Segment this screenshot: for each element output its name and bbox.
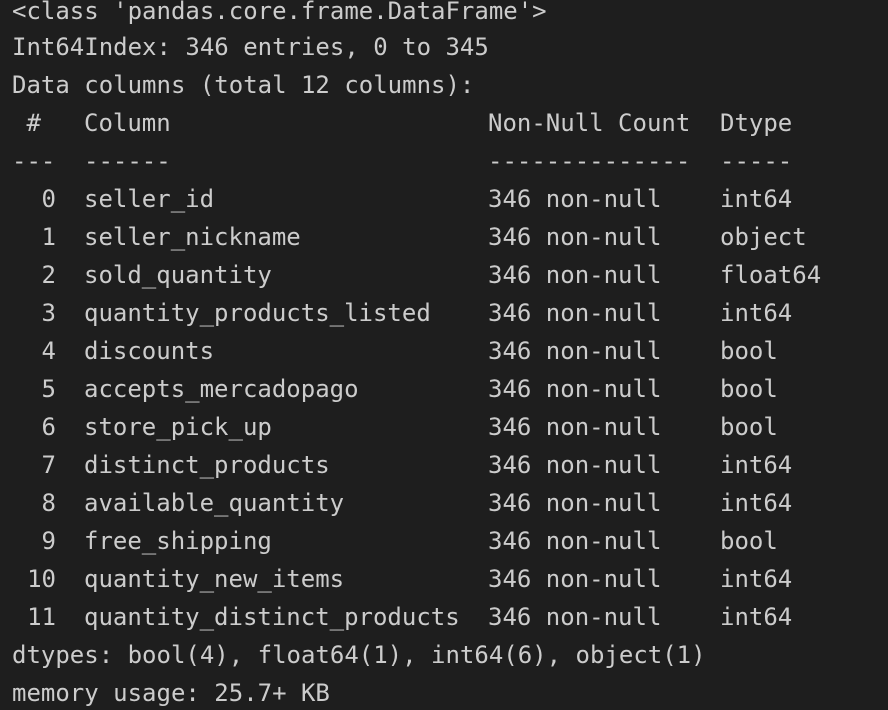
row-column-name: quantity_new_items [84, 565, 345, 593]
table-row: 2 sold_quantity 346 non-null float64 [0, 256, 888, 294]
row-index: 9 [41, 527, 56, 555]
header-column: Column [84, 109, 171, 137]
row-non-null-count: 346 non-null [488, 185, 662, 213]
row-non-null-count: 346 non-null [488, 565, 662, 593]
row-index: 10 [27, 565, 56, 593]
row-non-null-count: 346 non-null [488, 527, 662, 555]
row-index: 8 [41, 489, 56, 517]
row-non-null-count: 346 non-null [488, 337, 662, 365]
row-column-name: available_quantity [84, 489, 345, 517]
table-row: 11 quantity_distinct_products 346 non-null… [0, 598, 888, 636]
row-dtype: int64 [720, 489, 793, 517]
header-non-null-count: Non-Null Count [488, 109, 691, 137]
row-dtype: bool [720, 375, 778, 403]
table-row: 6 store_pick_up 346 non-null bool [0, 408, 888, 446]
table-header: # Column Non-Null Count Dtype [0, 104, 888, 142]
row-column-name: quantity_distinct_products [84, 603, 460, 631]
row-index: 11 [27, 603, 56, 631]
row-index: 5 [41, 375, 56, 403]
row-dtype: bool [720, 337, 778, 365]
class-line: <class 'pandas.core.frame.DataFrame'> [12, 0, 547, 25]
row-non-null-count: 346 non-null [488, 375, 662, 403]
row-non-null-count: 346 non-null [488, 603, 662, 631]
memory-line: memory usage: 25.7+ KB [12, 679, 330, 707]
terminal-output: <class 'pandas.core.frame.DataFrame'> In… [0, 0, 888, 710]
row-index: 1 [41, 223, 56, 251]
table-row: 8 available_quantity 346 non-null int64 [0, 484, 888, 522]
row-index: 2 [41, 261, 56, 289]
row-column-name: quantity_products_listed [84, 299, 431, 327]
row-non-null-count: 346 non-null [488, 299, 662, 327]
separator-index: --- [12, 147, 56, 175]
row-non-null-count: 346 non-null [488, 223, 662, 251]
row-dtype: int64 [720, 603, 793, 631]
header-dtype: Dtype [720, 109, 793, 137]
separator-non-null-count: -------------- [488, 147, 691, 175]
row-dtype: int64 [720, 299, 793, 327]
table-row: 0 seller_id 346 non-null int64 [0, 180, 888, 218]
row-index: 4 [41, 337, 56, 365]
table-row: 5 accepts_mercadopago 346 non-null bool [0, 370, 888, 408]
table-row: 7 distinct_products 346 non-null int64 [0, 446, 888, 484]
row-dtype: bool [720, 527, 778, 555]
row-dtype: int64 [720, 565, 793, 593]
table-row: 1 seller_nickname 346 non-null object [0, 218, 888, 256]
row-index: 0 [41, 185, 56, 213]
table-row: 4 discounts 346 non-null bool [0, 332, 888, 370]
row-column-name: store_pick_up [84, 413, 272, 441]
row-non-null-count: 346 non-null [488, 261, 662, 289]
table-separator: --- ------ -------------- ----- [0, 142, 888, 180]
row-non-null-count: 346 non-null [488, 451, 662, 479]
table-row: 9 free_shipping 346 non-null bool [0, 522, 888, 560]
table-row: 10 quantity_new_items 346 non-null int64 [0, 560, 888, 598]
row-column-name: seller_id [84, 185, 215, 213]
index-line: Int64Index: 346 entries, 0 to 345 [12, 33, 489, 61]
dtypes-line: dtypes: bool(4), float64(1), int64(6), o… [12, 641, 706, 669]
row-column-name: free_shipping [84, 527, 272, 555]
row-column-name: seller_nickname [84, 223, 301, 251]
header-index: # [12, 109, 41, 137]
columns-line: Data columns (total 12 columns): [12, 71, 475, 99]
row-column-name: sold_quantity [84, 261, 272, 289]
row-index: 3 [41, 299, 56, 327]
row-column-name: accepts_mercadopago [84, 375, 359, 403]
row-index: 7 [41, 451, 56, 479]
row-column-name: discounts [84, 337, 215, 365]
separator-dtype: ----- [720, 147, 793, 175]
separator-column: ------ [84, 147, 171, 175]
table-row: 3 quantity_products_listed 346 non-null int… [0, 294, 888, 332]
row-column-name: distinct_products [84, 451, 330, 479]
row-dtype: int64 [720, 185, 793, 213]
row-non-null-count: 346 non-null [488, 413, 662, 441]
row-non-null-count: 346 non-null [488, 489, 662, 517]
row-dtype: float64 [720, 261, 822, 289]
row-dtype: int64 [720, 451, 793, 479]
row-index: 6 [41, 413, 56, 441]
row-dtype: bool [720, 413, 778, 441]
row-dtype: object [720, 223, 807, 251]
